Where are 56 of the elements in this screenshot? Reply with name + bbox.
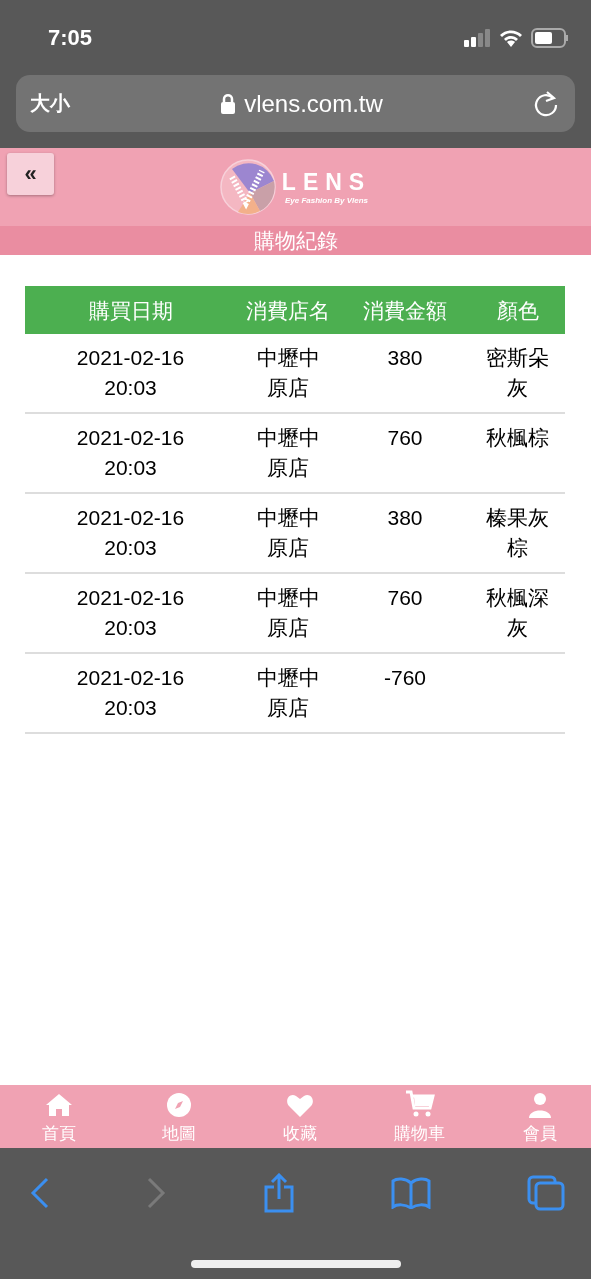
tab-bar-item[interactable]: 首頁 <box>22 1085 96 1148</box>
table-cell: 秋楓深灰 <box>470 574 565 654</box>
home-icon <box>44 1092 74 1118</box>
table-cell: 密斯朵灰 <box>470 334 565 414</box>
tabs-button[interactable] <box>527 1175 565 1211</box>
column-header: 購買日期 <box>25 286 236 334</box>
signal-icon <box>464 28 491 47</box>
text-size-button[interactable]: 大小 <box>30 90 70 117</box>
table-cell: 2021-02-16 20:03 <box>25 654 236 734</box>
tab-bar-item[interactable]: 收藏 <box>262 1085 337 1148</box>
user-icon <box>528 1092 552 1118</box>
table-cell: 秋楓棕 <box>470 414 565 494</box>
wifi-icon <box>499 28 523 47</box>
table-cell: 760 <box>340 414 470 494</box>
bookmarks-button[interactable] <box>390 1177 431 1209</box>
reload-icon[interactable] <box>533 89 559 118</box>
tab-bar-item[interactable]: 地圖 <box>142 1085 217 1148</box>
tab-bar-item[interactable]: 會員 <box>503 1085 577 1148</box>
tabs-icon <box>527 1175 565 1211</box>
page-title: 購物紀錄 <box>253 227 338 254</box>
table-cell: 中壢中原店 <box>236 574 340 654</box>
address-bar[interactable]: 大小 vlens.com.tw <box>16 75 575 132</box>
back-button[interactable]: « <box>7 153 54 195</box>
column-header: 消費金額 <box>340 286 470 334</box>
lock-icon <box>220 93 237 114</box>
table-cell: 2021-02-16 20:03 <box>25 414 236 494</box>
share-button[interactable] <box>262 1173 295 1213</box>
tab-bar-item[interactable]: 購物車 <box>382 1085 457 1148</box>
brand-name: LENS <box>281 169 372 196</box>
table-cell: 380 <box>340 334 470 414</box>
back-button[interactable] <box>30 1177 50 1209</box>
brand-tagline: Eye Fashion By Vlens <box>284 196 369 205</box>
table-cell: 2021-02-16 20:03 <box>25 574 236 654</box>
compass-icon <box>166 1092 193 1118</box>
table-cell: 中壢中原店 <box>236 494 340 574</box>
column-header: 顏色 <box>470 286 565 334</box>
back-icon <box>30 1177 50 1209</box>
status-time: 7:05 <box>48 24 93 51</box>
table-cell: 中壢中原店 <box>236 414 340 494</box>
cart-icon <box>404 1090 435 1118</box>
column-header: 消費店名 <box>236 286 340 334</box>
battery-icon <box>531 27 569 48</box>
table-cell: 2021-02-16 20:03 <box>25 494 236 574</box>
table-cell: 380 <box>340 494 470 574</box>
table-cell: -760 <box>340 654 470 734</box>
heart-icon <box>285 1094 314 1118</box>
table-cell: 760 <box>340 574 470 654</box>
table-cell: 2021-02-16 20:03 <box>25 334 236 414</box>
table-cell: 中壢中原店 <box>236 654 340 734</box>
table-cell: 中壢中原店 <box>236 334 340 414</box>
url-text: vlens.com.tw <box>244 89 383 118</box>
logo-icon <box>219 159 276 215</box>
book-icon <box>390 1177 431 1209</box>
share-icon <box>262 1173 295 1213</box>
forward-icon <box>146 1177 167 1209</box>
table-cell: 榛果灰棕 <box>470 494 565 574</box>
